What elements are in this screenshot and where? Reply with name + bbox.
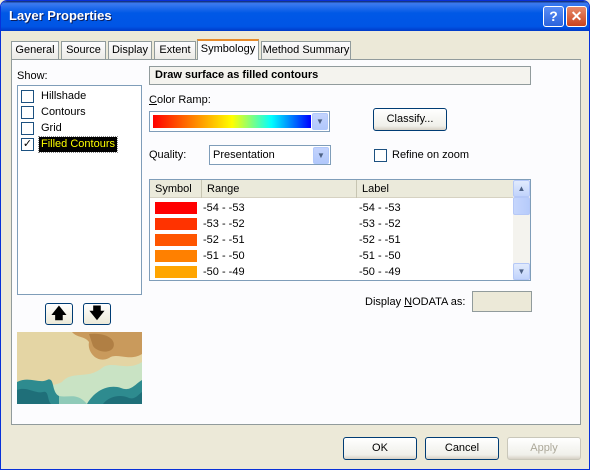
- tab-extent[interactable]: Extent: [154, 41, 196, 59]
- table-row[interactable]: -54 - -53 -54 - -53: [150, 200, 514, 216]
- title-bar[interactable]: Layer Properties ? ✕: [1, 1, 589, 31]
- scroll-down-icon[interactable]: ▼: [513, 263, 530, 280]
- symbol-swatch[interactable]: [155, 234, 197, 246]
- show-item-hillshade[interactable]: Hillshade: [21, 89, 140, 104]
- symbol-swatch[interactable]: [155, 250, 197, 262]
- renderer-header: Draw surface as filled contours: [149, 66, 531, 85]
- apply-button[interactable]: Apply: [507, 437, 581, 460]
- table-scrollbar[interactable]: ▲ ▼: [513, 180, 530, 280]
- column-range[interactable]: Range: [202, 180, 357, 198]
- filled-contours-checkbox[interactable]: ✓: [21, 138, 34, 151]
- hillshade-checkbox[interactable]: [21, 90, 34, 103]
- show-list[interactable]: Hillshade Contours Grid ✓ Filled Contour…: [17, 85, 142, 295]
- show-item-label: Filled Contours: [38, 136, 118, 153]
- symbol-swatch[interactable]: [155, 202, 197, 214]
- scroll-up-icon[interactable]: ▲: [513, 180, 530, 197]
- table-row[interactable]: -52 - -51 -52 - -51: [150, 232, 514, 248]
- tab-source[interactable]: Source: [61, 41, 106, 59]
- nodata-color-button[interactable]: [472, 291, 532, 312]
- range-cell: -50 - -49: [203, 266, 245, 278]
- show-item-label: Hillshade: [41, 90, 87, 102]
- table-header: Symbol Range Label: [150, 180, 514, 198]
- label-cell[interactable]: -52 - -51: [359, 233, 401, 247]
- show-item-label: Contours: [41, 106, 86, 118]
- label-cell[interactable]: -50 - -49: [359, 265, 401, 279]
- cancel-button[interactable]: Cancel: [425, 437, 499, 460]
- tab-symbology[interactable]: Symbology: [197, 39, 259, 60]
- tab-general[interactable]: General: [11, 41, 59, 59]
- column-label[interactable]: Label: [357, 180, 514, 198]
- quality-select[interactable]: Presentation ▼: [209, 145, 331, 165]
- show-item-label: Grid: [41, 122, 62, 134]
- close-button[interactable]: ✕: [566, 6, 587, 27]
- chevron-down-icon[interactable]: ▼: [312, 113, 328, 130]
- column-symbol[interactable]: Symbol: [150, 180, 202, 198]
- symbol-swatch[interactable]: [155, 218, 197, 230]
- refine-on-zoom-checkbox[interactable]: [374, 149, 387, 162]
- tab-method-summary[interactable]: Method Summary: [261, 41, 351, 59]
- refine-on-zoom-label: Refine on zoom: [392, 149, 470, 161]
- show-item-filled-contours[interactable]: ✓ Filled Contours: [21, 136, 140, 153]
- range-cell: -51 - -50: [203, 250, 245, 262]
- show-item-contours[interactable]: Contours: [21, 105, 140, 120]
- grid-checkbox[interactable]: [21, 122, 34, 135]
- table-row[interactable]: -53 - -52 -53 - -52: [150, 216, 514, 232]
- table-row[interactable]: -51 - -50 -51 - -50: [150, 248, 514, 264]
- quality-label: Quality:: [149, 149, 187, 161]
- classify-button[interactable]: Classify...: [373, 108, 447, 131]
- help-button[interactable]: ?: [543, 6, 564, 27]
- range-cell: -52 - -51: [203, 234, 245, 246]
- color-ramp-dropdown[interactable]: ▼: [149, 111, 330, 132]
- range-cell: -54 - -53: [203, 202, 245, 214]
- surface-preview-image: [17, 332, 142, 404]
- color-ramp-swatch: [153, 115, 311, 128]
- symbol-swatch[interactable]: [155, 266, 197, 278]
- label-cell[interactable]: -53 - -52: [359, 217, 401, 231]
- label-cell[interactable]: -51 - -50: [359, 249, 401, 263]
- chevron-down-icon[interactable]: ▼: [313, 147, 329, 164]
- tab-display[interactable]: Display: [108, 41, 152, 59]
- contours-checkbox[interactable]: [21, 106, 34, 119]
- scroll-thumb[interactable]: [513, 197, 530, 215]
- move-up-button[interactable]: 🡅: [45, 303, 73, 325]
- window-title: Layer Properties: [9, 8, 112, 23]
- label-cell[interactable]: -54 - -53: [359, 201, 401, 215]
- table-row[interactable]: -50 - -49 -50 - -49: [150, 264, 514, 280]
- classes-table[interactable]: Symbol Range Label -54 - -53 -54 - -53 -…: [149, 179, 531, 281]
- nodata-label: Display NODATA as:: [365, 296, 466, 308]
- range-cell: -53 - -52: [203, 218, 245, 230]
- layer-properties-dialog: Layer Properties ? ✕ General Source Disp…: [0, 0, 590, 470]
- show-item-grid[interactable]: Grid: [21, 121, 140, 136]
- ok-button[interactable]: OK: [343, 437, 417, 460]
- color-ramp-label: Color Ramp:: [149, 94, 211, 106]
- show-label: Show:: [17, 70, 48, 82]
- quality-value: Presentation: [213, 149, 275, 161]
- move-down-button[interactable]: 🡇: [83, 303, 111, 325]
